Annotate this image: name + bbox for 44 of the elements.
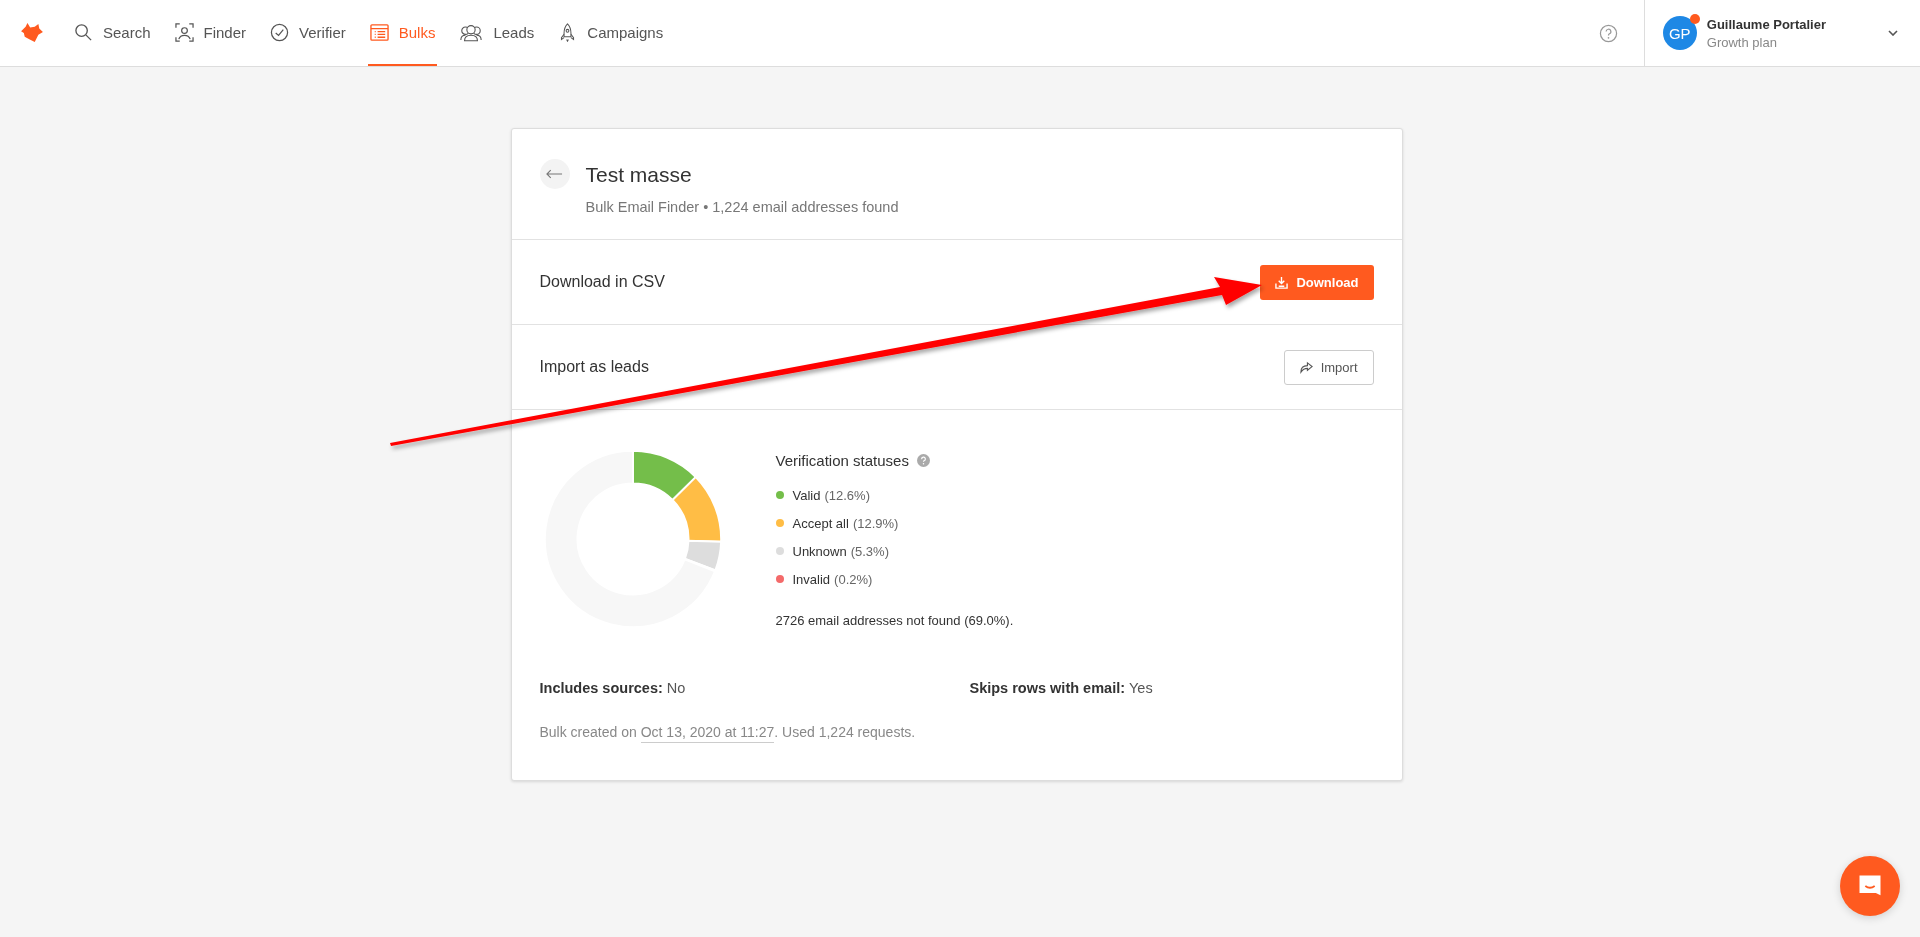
back-arrow-icon — [546, 169, 563, 179]
list-icon — [369, 22, 389, 42]
legend-label: Valid — [792, 487, 821, 503]
help-icon[interactable] — [916, 454, 930, 467]
search-icon — [74, 22, 93, 42]
import-button[interactable]: Import — [1283, 349, 1374, 385]
legend-label: Invalid — [792, 571, 831, 587]
help-icon[interactable] — [1598, 23, 1618, 43]
user-avatar[interactable]: GP — [1662, 16, 1697, 50]
nav-tab[interactable]: Campaigns — [556, 0, 666, 66]
chevron-down-icon[interactable] — [1888, 30, 1898, 36]
legend-label: Accept all — [792, 515, 849, 531]
nav-tab[interactable]: Leads — [457, 0, 537, 66]
option-label: Includes sources: — [539, 680, 663, 696]
user-name: Guillaume Portalier — [1706, 16, 1826, 32]
option-label: Skips rows with email: — [969, 680, 1125, 696]
share-arrow-icon — [1299, 360, 1313, 374]
not-found-text: 2726 email addresses not found (69.0%). — [775, 613, 1014, 628]
chat-button[interactable] — [1840, 856, 1900, 916]
action-label: Import as leads — [539, 358, 649, 376]
bulk-title: Test masse — [585, 163, 693, 187]
back-button[interactable] — [539, 159, 570, 189]
person-frame-icon — [174, 22, 194, 42]
download-icon — [1275, 275, 1289, 289]
action-label: Download in CSV — [539, 273, 665, 291]
legend-title: Verification statuses — [775, 452, 909, 469]
legend-label: Unknown — [792, 543, 847, 559]
nav-tab[interactable]: Search — [72, 0, 153, 66]
user-plan: Growth plan — [1706, 34, 1778, 50]
nav-tab[interactable]: Verifier — [268, 0, 348, 66]
option-value: Yes — [1129, 680, 1153, 696]
people-icon — [459, 22, 484, 42]
footer-text: Bulk created on — [539, 724, 637, 740]
nav-tab[interactable]: Finder — [172, 0, 249, 66]
footer-text: . Used 1,224 requests. — [774, 724, 916, 740]
legend-percent: (12.9%) — [852, 515, 899, 531]
fox-logo[interactable] — [20, 23, 44, 43]
legend-percent: (12.6%) — [824, 487, 870, 503]
option-value: No — [666, 680, 686, 696]
legend-percent: (5.3%) — [850, 543, 889, 559]
check-circle-icon — [270, 22, 290, 42]
legend-percent: (0.2%) — [834, 571, 873, 587]
date-text: Oct 13, 2020 at 11:27 — [640, 724, 775, 743]
bulk-subtitle: Bulk Email Finder • 1,224 email addresses found — [585, 199, 899, 215]
